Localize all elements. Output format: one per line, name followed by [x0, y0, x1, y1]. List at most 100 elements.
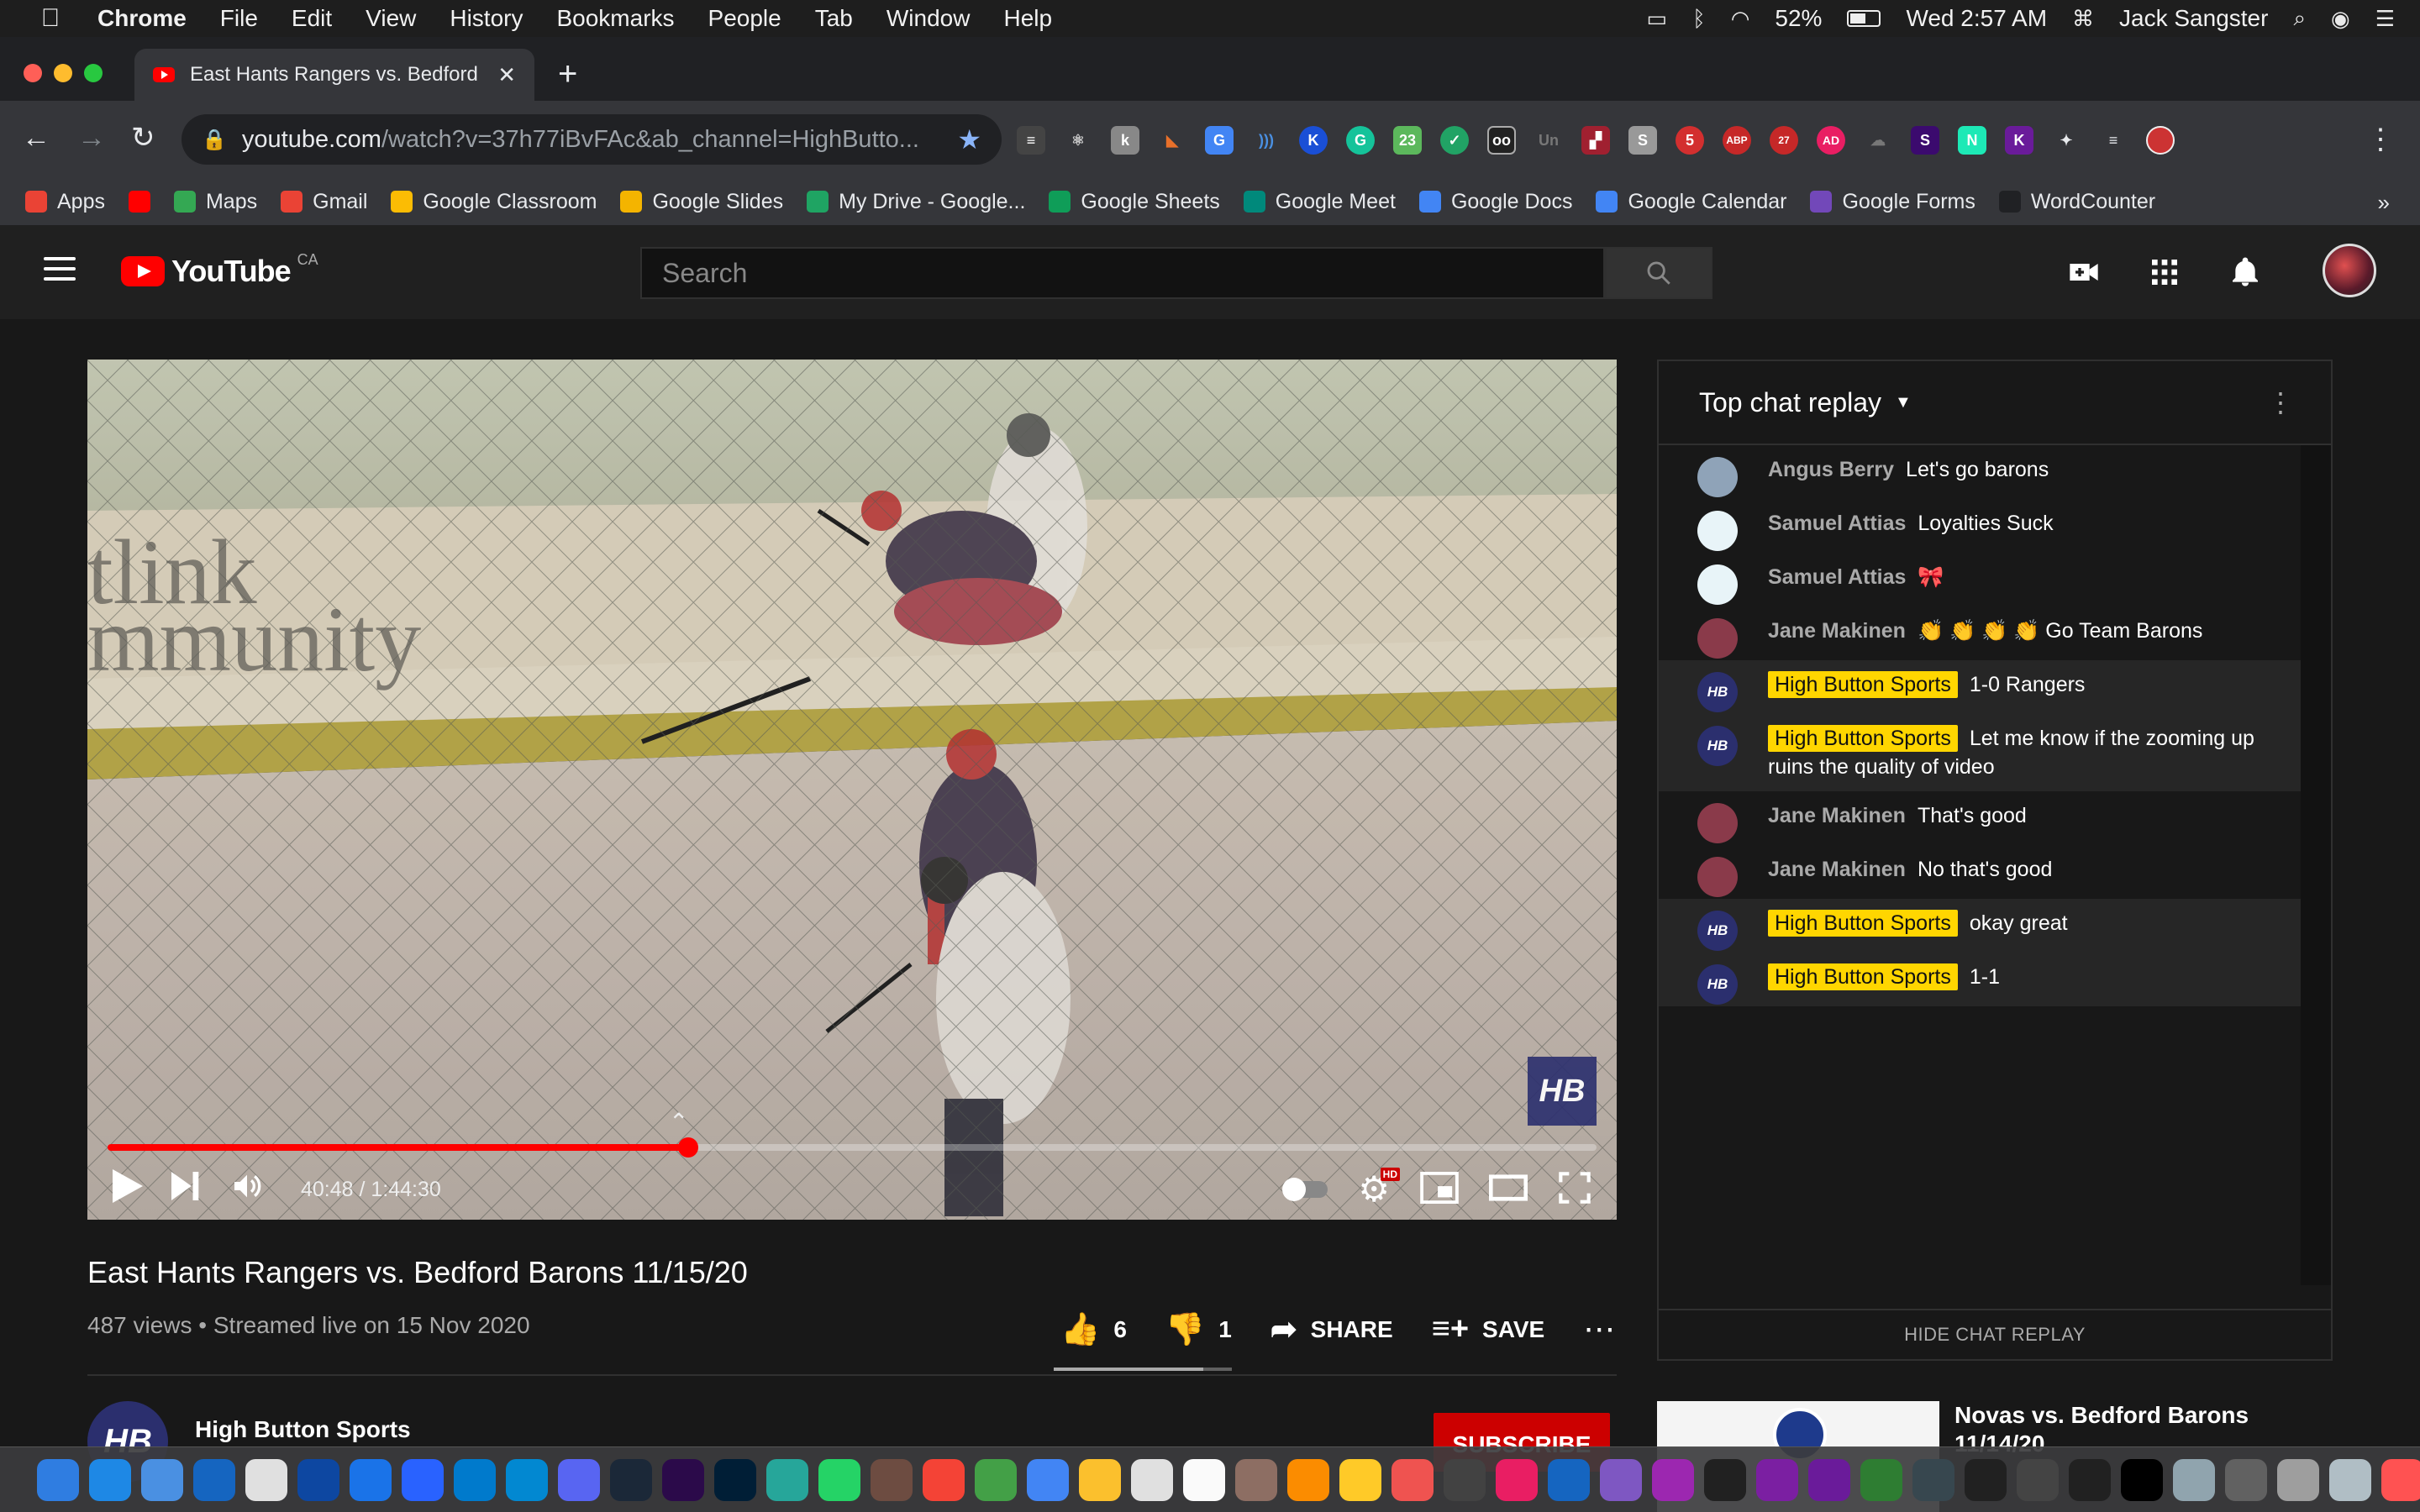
bluetooth-icon[interactable]: ᛒ: [1692, 6, 1706, 32]
dock-app-icon[interactable]: [1600, 1458, 1642, 1501]
dock-app-icon[interactable]: [141, 1458, 183, 1501]
chat-scrollbar[interactable]: [2301, 445, 2331, 1285]
chat-author-name[interactable]: Jane Makinen: [1768, 619, 1906, 643]
extension-icon[interactable]: k: [1111, 126, 1139, 155]
siri-icon[interactable]: ◉: [2331, 6, 2350, 32]
dislike-button[interactable]: 👎 1: [1165, 1311, 1232, 1348]
bookmark-item[interactable]: Apps: [25, 190, 105, 214]
chat-author-avatar[interactable]: [1697, 511, 1738, 551]
check-icon[interactable]: ✓: [1440, 126, 1469, 155]
chat-author-name[interactable]: Samuel Attias: [1768, 565, 1906, 589]
browser-tab-active[interactable]: East Hants Rangers vs. Bedford Barons 11…: [134, 49, 534, 101]
dock-app-icon[interactable]: [1548, 1458, 1590, 1501]
back-button[interactable]: ←: [22, 121, 50, 155]
chat-author-name[interactable]: High Button Sports: [1768, 671, 1958, 698]
account-avatar[interactable]: [2323, 244, 2376, 297]
dock-app-icon[interactable]: [245, 1458, 287, 1501]
chat-author-name[interactable]: Jane Makinen: [1768, 858, 1906, 881]
chat-author-avatar[interactable]: HB: [1697, 911, 1738, 951]
dock-app-icon[interactable]: [89, 1458, 131, 1501]
chat-author-name[interactable]: Samuel Attias: [1768, 512, 1906, 535]
keyboard-icon[interactable]: ⌘: [2072, 6, 2094, 32]
apple-menu-icon[interactable]: : [32, 4, 69, 33]
dock-app-icon[interactable]: [2381, 1458, 2420, 1501]
bookmark-item[interactable]: WordCounter: [1998, 190, 2155, 214]
reading-list-icon[interactable]: ≡: [2099, 126, 2128, 155]
airplay-icon[interactable]: ▭: [1647, 6, 1668, 32]
more-actions-icon[interactable]: ⋯: [1583, 1310, 1615, 1348]
miniplayer-icon[interactable]: [1420, 1171, 1459, 1208]
extension-icon[interactable]: ▞: [1581, 126, 1610, 155]
extension-icon[interactable]: ≡: [1017, 126, 1045, 155]
menu-edit[interactable]: Edit: [292, 5, 332, 32]
bookmark-item[interactable]: Google Docs: [1418, 190, 1572, 214]
react-devtools-icon[interactable]: ⚛: [1064, 126, 1092, 155]
menu-history[interactable]: History: [450, 5, 523, 32]
extension-icon[interactable]: ☁: [1864, 126, 1892, 155]
extension-icon[interactable]: S: [1628, 126, 1657, 155]
dock-app-icon[interactable]: [2277, 1458, 2319, 1501]
dock-app-icon[interactable]: [454, 1458, 496, 1501]
scrubber-knob[interactable]: [678, 1137, 699, 1158]
dock-app-icon[interactable]: [350, 1458, 392, 1501]
kami-icon[interactable]: K: [1299, 126, 1328, 155]
fullscreen-icon[interactable]: [1558, 1171, 1591, 1209]
new-tab-button[interactable]: +: [558, 57, 577, 91]
chat-more-icon[interactable]: ⋮: [2267, 386, 2294, 418]
dock-app-icon[interactable]: [297, 1458, 339, 1501]
dock-app-icon[interactable]: [2173, 1458, 2215, 1501]
dock-app-icon[interactable]: [2069, 1458, 2111, 1501]
dock-app-icon[interactable]: [1756, 1458, 1798, 1501]
extension-icon[interactable]: oo: [1487, 126, 1516, 155]
bookmark-item[interactable]: [128, 191, 150, 213]
dock-app-icon[interactable]: [2329, 1458, 2371, 1501]
bookmark-item[interactable]: Maps: [173, 190, 257, 214]
dock-app-icon[interactable]: [610, 1458, 652, 1501]
bookmark-star-icon[interactable]: ★: [957, 123, 981, 155]
hide-chat-replay-button[interactable]: HIDE CHAT REPLAY: [1659, 1309, 2331, 1359]
dock-app-icon[interactable]: [1235, 1458, 1277, 1501]
bookmark-item[interactable]: Google Sheets: [1049, 190, 1220, 214]
chat-author-name[interactable]: Angus Berry: [1768, 458, 1894, 481]
dock-app-icon[interactable]: [37, 1458, 79, 1501]
chat-author-avatar[interactable]: [1697, 564, 1738, 605]
wifi-icon[interactable]: ◠: [1731, 6, 1750, 32]
adblock-icon[interactable]: 27: [1770, 126, 1798, 155]
battery-icon[interactable]: [1847, 10, 1881, 27]
dock-app-icon[interactable]: [2017, 1458, 2059, 1501]
dock-app-icon[interactable]: [1183, 1458, 1225, 1501]
dock-app-icon[interactable]: [1496, 1458, 1538, 1501]
settings-gear-icon[interactable]: ⚙ HD: [1358, 1168, 1400, 1207]
dock-app-icon[interactable]: [766, 1458, 808, 1501]
dock-app-icon[interactable]: [402, 1458, 444, 1501]
kahoot-icon[interactable]: K: [2005, 126, 2033, 155]
guide-menu-icon[interactable]: [44, 257, 76, 287]
spotlight-search-icon[interactable]: ⌕: [2293, 5, 2306, 32]
chat-mode-selector[interactable]: Top chat replay: [1699, 387, 1881, 418]
search-button[interactable]: [1605, 247, 1712, 299]
channel-watermark[interactable]: HB: [1528, 1057, 1597, 1126]
dock-app-icon[interactable]: [714, 1458, 756, 1501]
dock-app-icon[interactable]: [1704, 1458, 1746, 1501]
chat-author-avatar[interactable]: HB: [1697, 964, 1738, 1005]
menu-view[interactable]: View: [366, 5, 416, 32]
lock-icon[interactable]: 🔒: [202, 128, 227, 152]
menu-help[interactable]: Help: [1003, 5, 1052, 32]
bookmark-item[interactable]: Google Calendar: [1596, 190, 1786, 214]
reload-button[interactable]: ↻: [131, 121, 155, 155]
bookmark-item[interactable]: My Drive - Google...: [807, 190, 1025, 214]
dock-app-icon[interactable]: [1027, 1458, 1069, 1501]
bookmark-item[interactable]: Google Classroom: [391, 190, 597, 214]
dock-app-icon[interactable]: [1860, 1458, 1902, 1501]
channel-name[interactable]: High Button Sports: [195, 1416, 411, 1443]
address-bar[interactable]: 🔒 youtube.com /watch?v=37h77iBvFAc&ab_ch…: [182, 114, 1002, 165]
dock-app-icon[interactable]: [2121, 1458, 2163, 1501]
dock-app-icon[interactable]: [1652, 1458, 1694, 1501]
chat-author-avatar[interactable]: [1697, 618, 1738, 659]
chat-author-avatar[interactable]: HB: [1697, 672, 1738, 712]
next-video-icon[interactable]: [171, 1172, 200, 1207]
bookmark-item[interactable]: Google Meet: [1243, 190, 1396, 214]
profile-avatar[interactable]: [2146, 126, 2175, 155]
dock-app-icon[interactable]: [1079, 1458, 1121, 1501]
grammarly-icon[interactable]: G: [1346, 126, 1375, 155]
